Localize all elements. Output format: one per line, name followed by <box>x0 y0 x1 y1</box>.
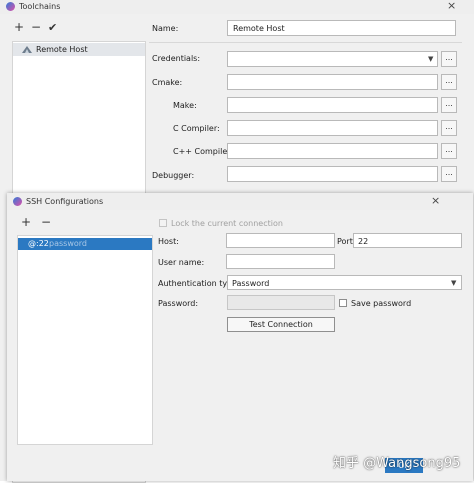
ssh-config-list: @:22 password <box>17 235 153 445</box>
port-field[interactable]: 22 <box>353 233 462 248</box>
add-toolchain-button[interactable]: + <box>14 20 24 34</box>
credentials-label: Credentials: <box>152 54 201 63</box>
cpp-compiler-field[interactable] <box>227 143 438 159</box>
c-compiler-field[interactable] <box>227 120 438 136</box>
remove-ssh-config-button[interactable]: − <box>41 215 51 229</box>
remove-toolchain-button[interactable]: − <box>31 20 41 34</box>
debugger-field[interactable] <box>227 166 438 182</box>
close-icon[interactable]: × <box>447 0 456 12</box>
credentials-select[interactable]: ▼ <box>227 51 438 67</box>
auth-type-select[interactable]: Password ▼ <box>227 275 462 290</box>
cmake-label: Cmake: <box>152 78 183 87</box>
watermark: 知乎 @Wangsong95 <box>333 456 461 471</box>
cpp-compiler-label: C++ Compiler: <box>173 147 234 156</box>
c-compiler-browse-button[interactable]: ... <box>441 120 457 136</box>
port-field-value: 22 <box>358 237 369 246</box>
password-field[interactable] <box>227 295 335 310</box>
dialog-title: SSH Configurations <box>26 197 104 206</box>
remote-host-icon <box>22 46 32 53</box>
list-item-auth: password <box>49 239 87 248</box>
save-password-label: Save password <box>351 299 412 308</box>
app-logo-icon <box>6 2 15 11</box>
password-label: Password: <box>158 299 199 308</box>
debugger-label: Debugger: <box>152 171 195 180</box>
name-label: Name: <box>152 24 179 33</box>
list-item-label: Remote Host <box>36 45 88 54</box>
list-item[interactable]: Remote Host <box>13 43 145 56</box>
auth-type-value: Password <box>232 279 270 288</box>
chevron-down-icon: ▼ <box>428 55 434 63</box>
ssh-configurations-dialog: SSH Configurations × + − @:22 password L… <box>7 193 473 481</box>
make-label: Make: <box>173 101 197 110</box>
apply-toolchain-button[interactable]: ✔ <box>48 21 57 34</box>
debugger-browse-button[interactable]: ... <box>441 166 457 182</box>
test-connection-button[interactable]: Test Connection <box>227 317 335 332</box>
window-title: Toolchains <box>19 2 61 11</box>
list-item[interactable]: @:22 password <box>18 238 152 250</box>
username-field[interactable] <box>226 254 335 269</box>
ssh-titlebar: SSH Configurations × <box>7 193 473 210</box>
lock-connection-label: Lock the current connection <box>171 219 283 228</box>
list-item-host: @:22 <box>28 239 49 248</box>
cmake-field[interactable] <box>227 74 438 90</box>
chevron-down-icon: ▼ <box>451 279 457 287</box>
app-logo-icon <box>13 197 22 206</box>
cpp-compiler-browse-button[interactable]: ... <box>441 143 457 159</box>
save-password-checkbox[interactable] <box>339 299 347 307</box>
credentials-browse-button[interactable]: ... <box>441 51 457 67</box>
make-browse-button[interactable]: ... <box>441 97 457 113</box>
cmake-browse-button[interactable]: ... <box>441 74 457 90</box>
name-field[interactable]: Remote Host <box>227 20 456 36</box>
host-field[interactable] <box>226 233 335 248</box>
close-icon[interactable]: × <box>431 194 440 207</box>
c-compiler-label: C Compiler: <box>173 124 220 133</box>
name-field-value: Remote Host <box>233 24 285 33</box>
host-label: Host: <box>158 237 179 246</box>
lock-connection-checkbox[interactable] <box>159 219 167 227</box>
make-field[interactable] <box>227 97 438 113</box>
username-label: User name: <box>158 258 205 267</box>
toolchains-titlebar: Toolchains × <box>0 0 474 14</box>
separator <box>149 42 462 43</box>
add-ssh-config-button[interactable]: + <box>21 215 31 229</box>
